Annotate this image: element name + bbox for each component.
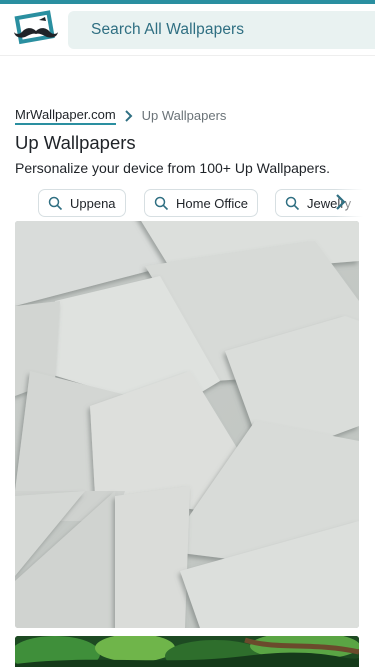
tag-chip-label: Uppena — [70, 195, 116, 211]
tag-chip-label: Home Office — [176, 195, 249, 211]
green-forest-image — [15, 636, 359, 667]
page-subtitle: Personalize your device from 100+ Up Wal… — [15, 160, 331, 176]
wallpaper-thumbnail[interactable] — [15, 636, 359, 667]
search-icon — [154, 196, 169, 210]
tag-chip[interactable]: Home Office — [144, 189, 258, 217]
chevron-right-icon[interactable] — [333, 191, 349, 213]
search-icon — [48, 196, 63, 210]
breadcrumb: MrWallpaper.com Up Wallpapers — [15, 107, 227, 125]
search-icon — [285, 196, 300, 210]
paper-sheets-image — [15, 221, 359, 628]
page-title: Up Wallpapers — [15, 132, 136, 153]
tag-chip[interactable]: Uppena — [38, 189, 126, 217]
breadcrumb-current: Up Wallpapers — [141, 108, 227, 123]
breadcrumb-home-link[interactable]: MrWallpaper.com — [15, 107, 116, 125]
tag-chip-row: Uppena Home Office Jewelry — [0, 189, 375, 219]
mustache-frame-logo-icon[interactable] — [12, 10, 60, 48]
wallpaper-thumbnail[interactable] — [15, 221, 359, 628]
chevron-right-icon — [121, 109, 137, 123]
search-placeholder: Search All Wallpapers — [91, 21, 245, 38]
header-divider — [0, 55, 375, 56]
header: Search All Wallpapers — [0, 4, 375, 54]
search-input[interactable]: Search All Wallpapers — [68, 11, 375, 49]
